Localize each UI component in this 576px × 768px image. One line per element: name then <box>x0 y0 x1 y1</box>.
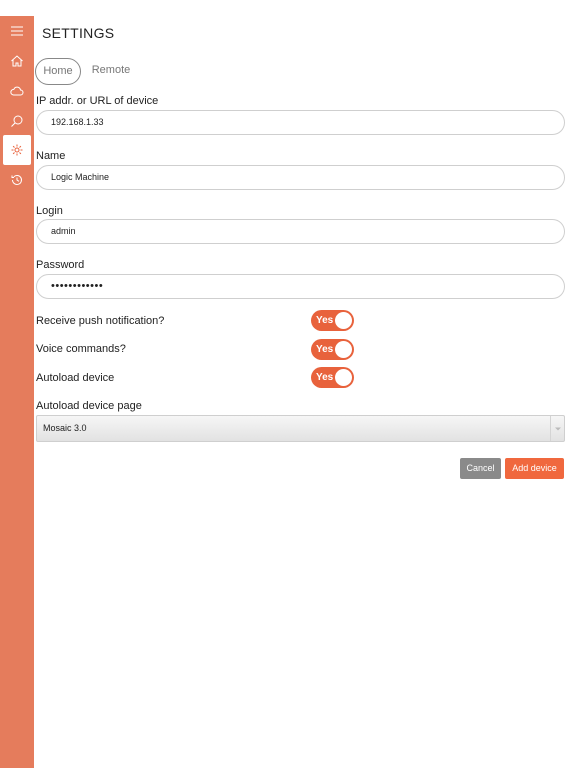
autoload-label: Autoload device <box>36 372 115 384</box>
autoload-page-value: Mosaic 3.0 <box>43 423 87 433</box>
tab-home[interactable]: Home <box>35 58 81 85</box>
search-icon <box>11 115 23 127</box>
sidebar-item-menu[interactable] <box>0 16 34 46</box>
sidebar-item-home[interactable] <box>0 46 34 76</box>
password-label: Password <box>36 259 85 271</box>
sidebar-item-cloud[interactable] <box>0 76 34 106</box>
menu-icon <box>11 26 23 36</box>
toggle-knob <box>335 341 352 358</box>
sidebar-item-settings[interactable] <box>3 135 31 165</box>
history-icon <box>11 174 22 185</box>
ip-label: IP addr. or URL of device <box>36 95 159 107</box>
voice-toggle[interactable]: Yes <box>311 339 354 360</box>
chevron-down-icon <box>550 416 564 441</box>
sidebar-item-search[interactable] <box>0 106 34 136</box>
voice-label: Voice commands? <box>36 343 126 355</box>
autoload-page-label: Autoload device page <box>36 400 142 412</box>
cancel-button[interactable]: Cancel <box>460 458 501 479</box>
add-device-button[interactable]: Add device <box>505 458 564 479</box>
push-toggle-label: Yes <box>316 315 334 326</box>
voice-toggle-label: Yes <box>316 344 334 355</box>
autoload-toggle[interactable]: Yes <box>311 367 354 388</box>
name-field[interactable]: Logic Machine <box>36 165 565 190</box>
autoload-toggle-label: Yes <box>316 372 334 383</box>
autoload-page-select[interactable]: Mosaic 3.0 <box>36 415 565 442</box>
login-field[interactable]: admin <box>36 219 565 244</box>
sidebar-item-history[interactable] <box>0 165 34 195</box>
gear-icon <box>11 144 23 156</box>
page-title: SETTINGS <box>42 25 115 41</box>
login-label: Login <box>36 205 63 217</box>
cloud-icon <box>10 86 24 96</box>
push-label: Receive push notification? <box>36 315 165 327</box>
home-icon <box>11 55 23 67</box>
toggle-knob <box>335 312 352 329</box>
push-toggle[interactable]: Yes <box>311 310 354 331</box>
tab-remote[interactable]: Remote <box>87 58 135 85</box>
name-label: Name <box>36 150 66 162</box>
ip-field[interactable]: 192.168.1.33 <box>36 110 565 135</box>
sidebar <box>0 16 34 768</box>
toggle-knob <box>335 369 352 386</box>
password-field[interactable]: •••••••••••• <box>36 274 565 299</box>
